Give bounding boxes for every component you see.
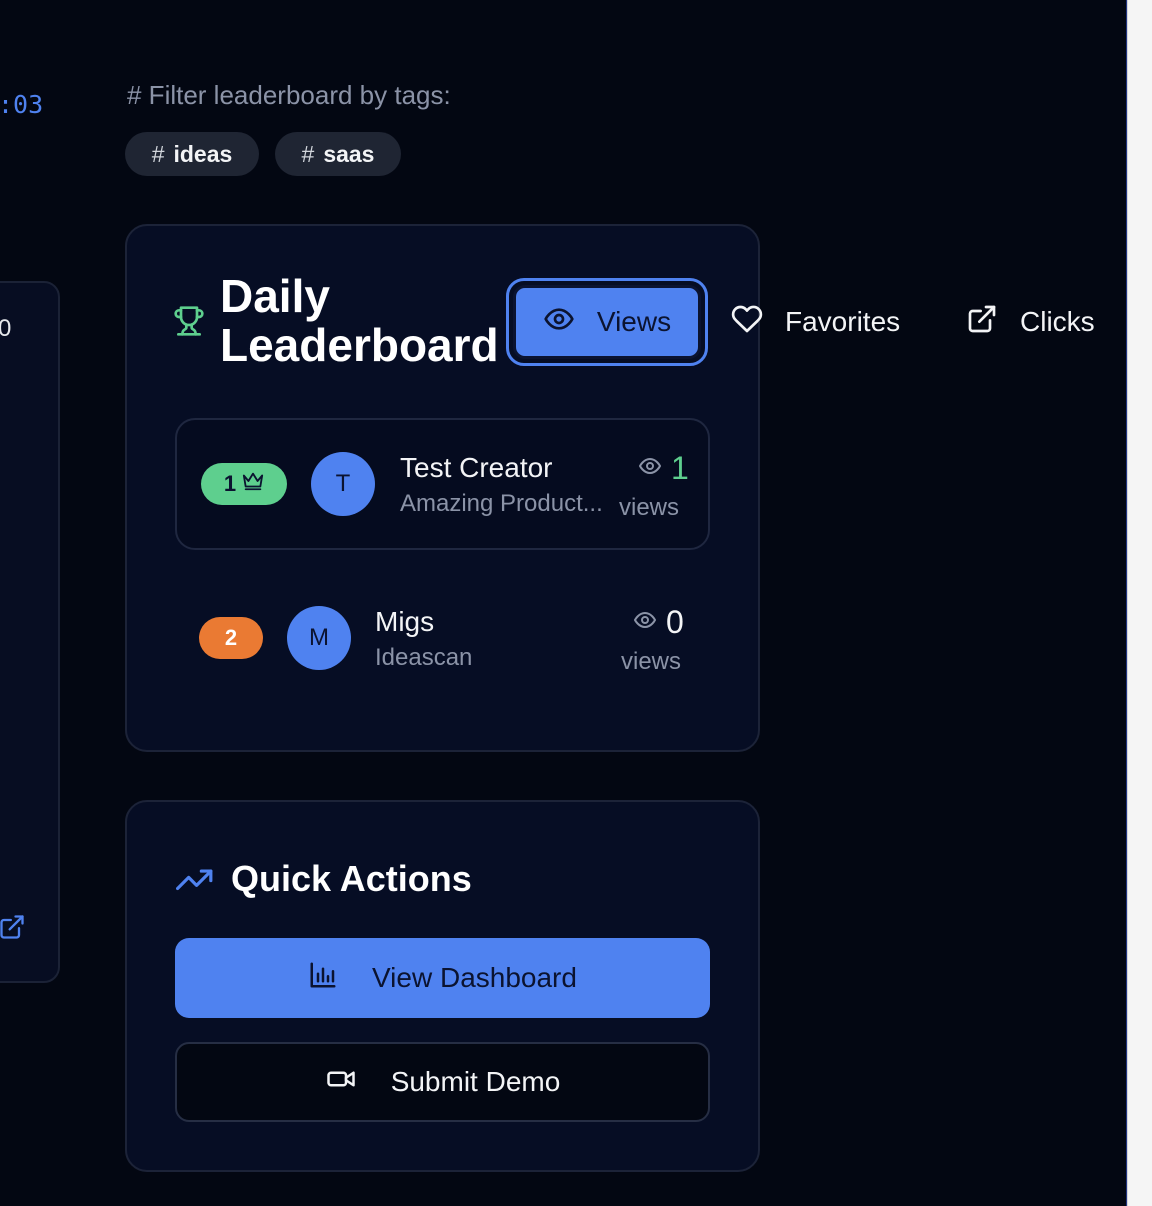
- metric-tab-label: Favorites: [785, 306, 901, 337]
- metric-tab-favorites[interactable]: Favorites: [731, 300, 900, 344]
- view-count: 0: [633, 604, 684, 641]
- count-label: views: [619, 494, 680, 521]
- rank-number: 1: [223, 471, 237, 496]
- tag-chip-saas[interactable]: # saas: [275, 132, 401, 176]
- rank-number: 2: [224, 625, 238, 650]
- creator-name: Migs: [375, 606, 435, 637]
- leaderboard-title: Daily Leaderboard: [220, 270, 499, 371]
- external-link-icon[interactable]: [0, 913, 26, 946]
- button-label: Submit Demo: [390, 1066, 561, 1097]
- tag-chip-ideas[interactable]: # ideas: [125, 132, 259, 176]
- avatar: M: [287, 606, 351, 670]
- side-card-value: 0: [0, 315, 12, 342]
- eye-icon: [633, 608, 657, 637]
- metric-tab-clicks[interactable]: Clicks: [966, 300, 1095, 344]
- external-link-icon: [966, 303, 998, 342]
- count-value: 1: [671, 450, 689, 486]
- video-camera-icon: [325, 1064, 357, 1101]
- submit-demo-button[interactable]: Submit Demo: [175, 1042, 710, 1122]
- metric-tab-label: Views: [596, 306, 672, 337]
- filter-label: # Filter leaderboard by tags:: [127, 80, 451, 110]
- trophy-icon: [173, 305, 205, 342]
- metric-tab-label: Clicks: [1020, 306, 1095, 337]
- eye-icon: [638, 454, 662, 483]
- product-name: Amazing Product...: [400, 490, 603, 517]
- count-value: 0: [666, 604, 684, 640]
- button-label: View Dashboard: [372, 962, 577, 993]
- view-count: 1: [638, 450, 689, 487]
- tag-label: saas: [323, 140, 375, 167]
- rank-badge: 1: [201, 463, 287, 505]
- product-name: Ideascan: [375, 644, 473, 671]
- view-dashboard-button[interactable]: View Dashboard: [175, 938, 710, 1018]
- eye-icon: [543, 303, 575, 342]
- rank-badge: 2: [199, 617, 263, 659]
- heart-icon: [731, 303, 763, 342]
- crown-icon: [242, 470, 264, 498]
- tag-label: ideas: [173, 140, 233, 167]
- quick-actions-title: Quick Actions: [231, 858, 472, 899]
- creator-name: Test Creator: [400, 452, 553, 483]
- app-viewport: :03 0 # Filter leaderboard by tags: # id…: [0, 0, 1152, 1206]
- avatar: T: [311, 452, 375, 516]
- metric-tab-views[interactable]: Views: [506, 278, 708, 366]
- trending-up-icon: [176, 864, 214, 899]
- countdown-timer: :03: [0, 90, 44, 119]
- hash-icon: #: [301, 140, 315, 167]
- count-label: views: [621, 648, 682, 675]
- bar-chart-icon: [308, 960, 338, 997]
- side-card: 0: [0, 281, 60, 983]
- scrollbar[interactable]: [1127, 0, 1152, 1206]
- hash-icon: #: [151, 140, 165, 167]
